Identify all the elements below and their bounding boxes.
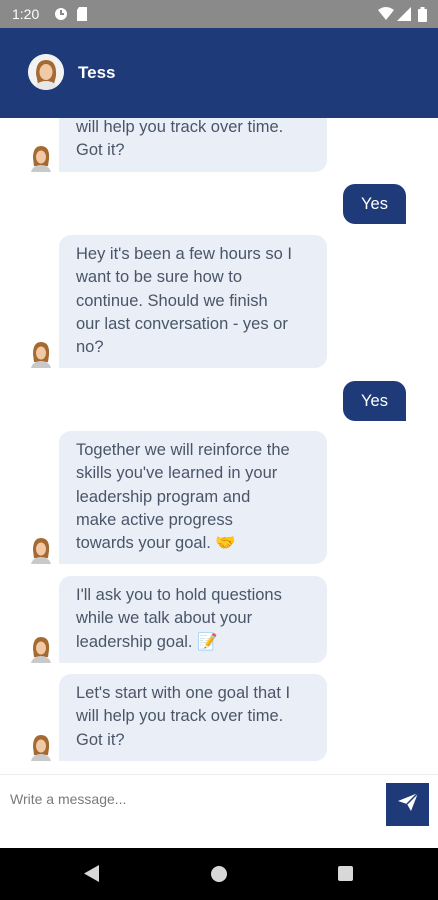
message-text: Hey it's been a few hours so I want to b… (76, 245, 292, 357)
message-text: Let's start with one goal that I will he… (76, 684, 291, 749)
sd-card-icon (76, 7, 88, 26)
bot-mini-avatar (30, 536, 52, 564)
send-icon (397, 792, 419, 816)
back-icon[interactable] (84, 865, 100, 887)
message-composer (0, 774, 438, 848)
signal-icon (397, 7, 411, 26)
message-text: I'll ask you to hold questions while we … (76, 586, 282, 651)
user-message: Yes (343, 381, 406, 421)
message-list[interactable]: will help you track over time. Got it? Y… (0, 118, 438, 774)
chat-header: Tess (0, 28, 438, 118)
message-text: Yes (361, 195, 388, 213)
bot-avatar[interactable] (28, 54, 64, 90)
status-time: 1:20 (12, 6, 40, 22)
message-text: will help you track over time. Got it? (76, 118, 284, 160)
bot-message: I'll ask you to hold questions while we … (59, 576, 327, 663)
bot-mini-avatar (30, 733, 52, 761)
bot-message: Let's start with one goal that I will he… (59, 674, 327, 761)
bot-mini-avatar (30, 635, 52, 663)
wifi-icon (378, 7, 394, 26)
status-bar: 1:20 (0, 0, 438, 28)
bot-message: will help you track over time. Got it? (59, 118, 327, 172)
home-icon[interactable] (211, 866, 227, 882)
battery-icon (418, 7, 427, 27)
message-text: Yes (361, 392, 388, 410)
message-input[interactable] (0, 775, 375, 823)
send-button[interactable] (386, 783, 429, 826)
recents-icon[interactable] (338, 866, 353, 881)
bot-mini-avatar (30, 340, 52, 368)
bot-name: Tess (78, 63, 116, 82)
bot-message: Together we will reinforce the skills yo… (59, 431, 327, 564)
system-nav-bar (0, 848, 438, 900)
message-text: Together we will reinforce the skills yo… (76, 441, 290, 553)
bot-message: Hey it's been a few hours so I want to b… (59, 235, 327, 368)
data-saver-icon (54, 7, 68, 26)
bot-mini-avatar (30, 144, 52, 172)
user-message: Yes (343, 184, 406, 224)
